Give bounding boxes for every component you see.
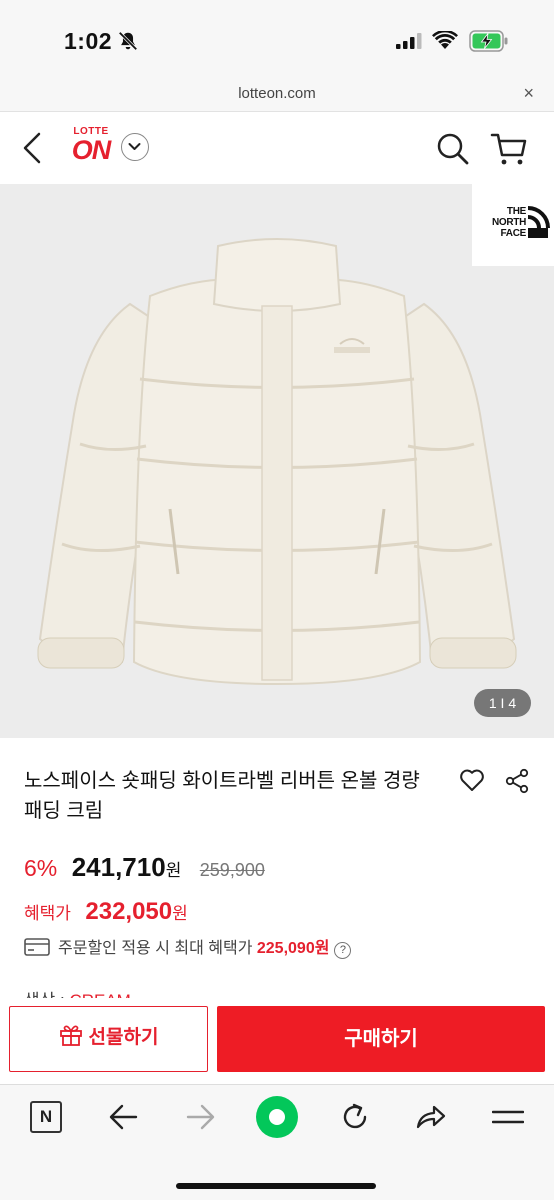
app-header: LOTTE ON <box>0 112 554 184</box>
brand-text: THE NORTH FACE <box>476 206 526 239</box>
benefit-currency: 원 <box>172 904 188 923</box>
status-time: 1:02 <box>64 28 113 54</box>
cart-icon[interactable] <box>490 132 528 166</box>
discount-rate: 6% <box>24 855 58 881</box>
share-arrow-icon[interactable] <box>414 1101 446 1133</box>
naver-n-icon[interactable]: N <box>30 1101 62 1133</box>
purchase-action-bar: 선물하기 구매하기 <box>0 998 554 1084</box>
puffer-jacket-image <box>37 238 517 686</box>
product-info: 노스페이스 숏패딩 화이트라벨 리버튼 온볼 경량 패딩 크림 6% 241,7… <box>0 738 554 1006</box>
currency-unit: 원 <box>165 861 182 880</box>
gift-icon <box>59 1025 82 1046</box>
gift-button[interactable]: 선물하기 <box>9 1006 208 1072</box>
close-icon[interactable]: × <box>523 83 534 104</box>
card-icon <box>24 938 50 956</box>
question-icon[interactable]: ? <box>334 942 352 959</box>
brand-line: NORTH <box>491 217 526 228</box>
product-title: 노스페이스 숏패딩 화이트라벨 리버튼 온볼 경량 패딩 크림 <box>24 770 420 822</box>
url-text[interactable]: lotteon.com <box>0 85 554 102</box>
reload-icon[interactable] <box>339 1101 371 1133</box>
naver-n-label: N <box>39 1107 53 1126</box>
sale-price: 241,710 <box>71 852 166 882</box>
benefit-label: 혜택가 <box>24 904 71 923</box>
image-counter: 1 I 4 <box>474 689 531 717</box>
benefit-price: 232,050 <box>85 898 173 925</box>
menu-icon[interactable] <box>492 1101 524 1133</box>
brand-line: FACE <box>500 228 527 239</box>
original-price: 259,900 <box>199 860 265 880</box>
product-image-carousel[interactable]: THE NORTH FACE 1 I 4 <box>0 184 554 738</box>
gift-button-label: 선물하기 <box>88 1027 159 1048</box>
arrow-right-icon[interactable] <box>186 1101 216 1133</box>
share-icon[interactable] <box>505 768 529 794</box>
battery-charging-icon <box>469 30 508 52</box>
chevron-down-icon <box>128 143 141 150</box>
price-row: 6% 241,710원 259,900 <box>24 852 265 882</box>
card-discount-row[interactable]: 주문할인 적용 시 최대 혜택가 225,090원? <box>24 934 352 959</box>
green-dot-icon[interactable] <box>255 1095 299 1139</box>
service-menu-button[interactable] <box>121 133 149 161</box>
signal-icon <box>396 33 422 49</box>
brand-line: THE <box>506 206 526 217</box>
logo-on-text: ON <box>71 135 112 165</box>
heart-icon[interactable] <box>459 768 485 792</box>
arrow-left-icon[interactable] <box>108 1101 138 1133</box>
wifi-icon <box>432 31 458 49</box>
bell-slash-icon <box>118 31 138 51</box>
max-benefit-price: 225,090원 <box>256 940 330 957</box>
home-indicator <box>176 1183 376 1189</box>
brand-logo-badge: THE NORTH FACE <box>472 184 554 266</box>
buy-button[interactable]: 구매하기 <box>217 1006 545 1072</box>
url-bar[interactable]: lotteon.com × <box>0 78 554 112</box>
lotte-on-logo[interactable]: LOTTE ON <box>66 126 116 165</box>
card-discount-text: 주문할인 적용 시 최대 혜택가 <box>58 940 253 957</box>
status-bar: 1:02 <box>0 0 554 78</box>
search-icon[interactable] <box>436 132 470 166</box>
back-icon[interactable] <box>20 130 46 166</box>
benefit-price-row: 혜택가 232,050원 <box>24 898 188 926</box>
